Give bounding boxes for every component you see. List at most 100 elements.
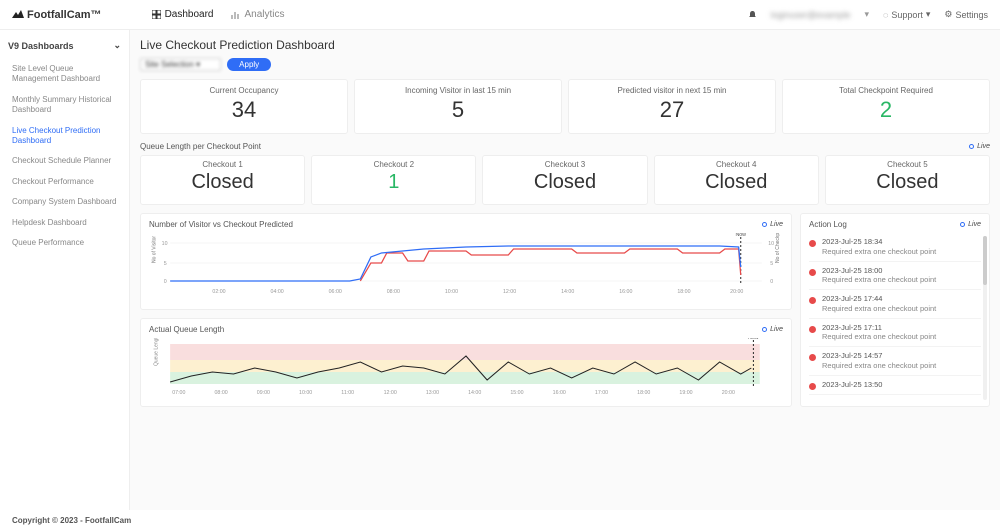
top-header: FootfallCam™ Dashboard Analytics loginus…	[0, 0, 1000, 30]
live-badge: Live	[969, 143, 990, 150]
footer: Copyright © 2023 - FootfallCam	[0, 510, 1000, 530]
log-time: 2023-Jul-25 17:11	[822, 323, 936, 333]
checkout-label: Checkout 2	[316, 160, 471, 169]
kpi-value: 34	[145, 97, 343, 123]
svg-text:09:00: 09:00	[257, 390, 270, 396]
chevron-down-icon[interactable]: ▾	[864, 9, 869, 20]
log-message: Required extra one checkout point	[822, 332, 936, 342]
svg-text:10:00: 10:00	[299, 390, 312, 396]
alert-dot-icon	[809, 269, 816, 276]
settings-link[interactable]: ⚙ Settings	[944, 9, 988, 20]
kpi-value: 2	[787, 97, 985, 123]
checkout-value: Closed	[830, 171, 985, 194]
chevron-down-icon: ⌄	[113, 40, 121, 51]
svg-text:0: 0	[770, 279, 773, 285]
sidebar-item[interactable]: Helpdesk Dashboard	[8, 213, 121, 233]
live-badge: Live	[960, 221, 981, 228]
svg-text:04:00: 04:00	[271, 289, 284, 295]
log-time: 2023-Jul-25 14:57	[822, 351, 936, 361]
checkout-label: Checkout 5	[830, 160, 985, 169]
sidebar-item[interactable]: Company System Dashboard	[8, 192, 121, 212]
kpi-card: Incoming Visitor in last 15 min5	[354, 79, 562, 134]
log-item: 2023-Jul-25 17:11Required extra one chec…	[809, 319, 981, 348]
question-icon: ◌	[883, 10, 888, 20]
log-time: 2023-Jul-25 18:34	[822, 237, 936, 247]
filter-row: Site Selection ▾ Apply	[140, 58, 990, 71]
svg-text:16:00: 16:00	[619, 289, 632, 295]
svg-text:07:00: 07:00	[172, 390, 185, 396]
chart-actual-queue: Actual Queue Length Live No	[140, 318, 792, 407]
kpi-card: Current Occupancy34	[140, 79, 348, 134]
alert-dot-icon	[809, 297, 816, 304]
kpi-value: 27	[573, 97, 771, 123]
sidebar: V9 Dashboards ⌄ Site Level Queue Managem…	[0, 30, 130, 510]
live-badge: Live	[762, 221, 783, 228]
nav-tab-label: Analytics	[244, 9, 284, 20]
kpi-label: Total Checkpoint Required	[787, 86, 985, 95]
svg-text:17:00: 17:00	[595, 390, 608, 396]
svg-text:20:00: 20:00	[722, 390, 735, 396]
sidebar-item[interactable]: Queue Performance	[8, 233, 121, 253]
svg-text:02:00: 02:00	[212, 289, 225, 295]
checkout-value: Closed	[145, 171, 300, 194]
sidebar-title-text: V9 Dashboards	[8, 41, 74, 51]
sidebar-section-title[interactable]: V9 Dashboards ⌄	[8, 40, 121, 51]
settings-label: Settings	[955, 10, 988, 20]
alert-dot-icon	[809, 383, 816, 390]
chart1-plot: Now 10 5 0 10 5 0	[149, 233, 783, 303]
chart-visitors-vs-checkout: Number of Visitor vs Checkout Predicted …	[140, 213, 792, 310]
svg-text:10:00: 10:00	[445, 289, 458, 295]
nav-tab-analytics[interactable]: Analytics	[231, 9, 284, 20]
log-time: 2023-Jul-25 17:44	[822, 294, 936, 304]
chevron-down-icon: ▾	[926, 9, 931, 20]
user-menu[interactable]: loginuser@example	[771, 10, 851, 20]
support-link[interactable]: ◌ Support ▾	[883, 9, 930, 20]
site-select[interactable]: Site Selection ▾	[140, 58, 221, 71]
svg-text:16:00: 16:00	[553, 390, 566, 396]
checkout-value: 1	[316, 171, 471, 194]
apply-button[interactable]: Apply	[227, 58, 271, 71]
sidebar-item[interactable]: Site Level Queue Management Dashboard	[8, 59, 121, 90]
logo-icon	[12, 10, 24, 20]
svg-text:11:00: 11:00	[341, 390, 354, 396]
log-item: 2023-Jul-25 14:57Required extra one chec…	[809, 347, 981, 376]
sidebar-item[interactable]: Checkout Performance	[8, 172, 121, 192]
alert-dot-icon	[809, 354, 816, 361]
gear-icon: ⚙	[944, 9, 952, 20]
svg-text:Queue Length: Queue Length	[153, 338, 159, 366]
svg-text:0: 0	[164, 279, 167, 285]
svg-text:06:00: 06:00	[329, 289, 342, 295]
footer-text: Copyright © 2023 - FootfallCam	[12, 516, 131, 525]
svg-text:No of Visitor: No of Visitor	[151, 236, 157, 263]
nav-tab-dashboard[interactable]: Dashboard	[152, 9, 214, 20]
svg-text:12:00: 12:00	[384, 390, 397, 396]
chart-icon	[231, 10, 240, 19]
queue-section-title: Queue Length per Checkout Point	[140, 142, 261, 151]
checkout-row: Checkout 1ClosedCheckout 21Checkout 3Clo…	[140, 155, 990, 205]
svg-text:14:00: 14:00	[468, 390, 481, 396]
nav-tabs: Dashboard Analytics	[152, 9, 285, 20]
svg-text:14:00: 14:00	[561, 289, 574, 295]
action-log-title: Action Log	[809, 220, 847, 229]
kpi-label: Incoming Visitor in last 15 min	[359, 86, 557, 95]
chart2-title: Actual Queue Length	[149, 325, 224, 334]
checkout-value: Closed	[487, 171, 642, 194]
svg-text:19:00: 19:00	[679, 390, 692, 396]
log-message: Required extra one checkout point	[822, 361, 936, 371]
sidebar-item[interactable]: Monthly Summary Historical Dashboard	[8, 90, 121, 121]
scrollbar[interactable]	[983, 236, 987, 400]
log-item: 2023-Jul-25 13:50	[809, 376, 981, 395]
svg-text:5: 5	[164, 261, 167, 267]
live-dot-icon	[762, 222, 767, 227]
alert-dot-icon	[809, 240, 816, 247]
live-dot-icon	[762, 327, 767, 332]
bell-icon[interactable]	[748, 10, 757, 19]
kpi-label: Predicted visitor in next 15 min	[573, 86, 771, 95]
checkout-card: Checkout 4Closed	[654, 155, 819, 205]
sidebar-item[interactable]: Checkout Schedule Planner	[8, 151, 121, 171]
log-message: Required extra one checkout point	[822, 247, 936, 257]
queue-section-header: Queue Length per Checkout Point Live	[140, 142, 990, 151]
sidebar-item[interactable]: Live Checkout Prediction Dashboard	[8, 121, 121, 152]
svg-text:No of Checkpoint: No of Checkpoint	[775, 233, 781, 263]
page-title: Live Checkout Prediction Dashboard	[140, 38, 990, 52]
